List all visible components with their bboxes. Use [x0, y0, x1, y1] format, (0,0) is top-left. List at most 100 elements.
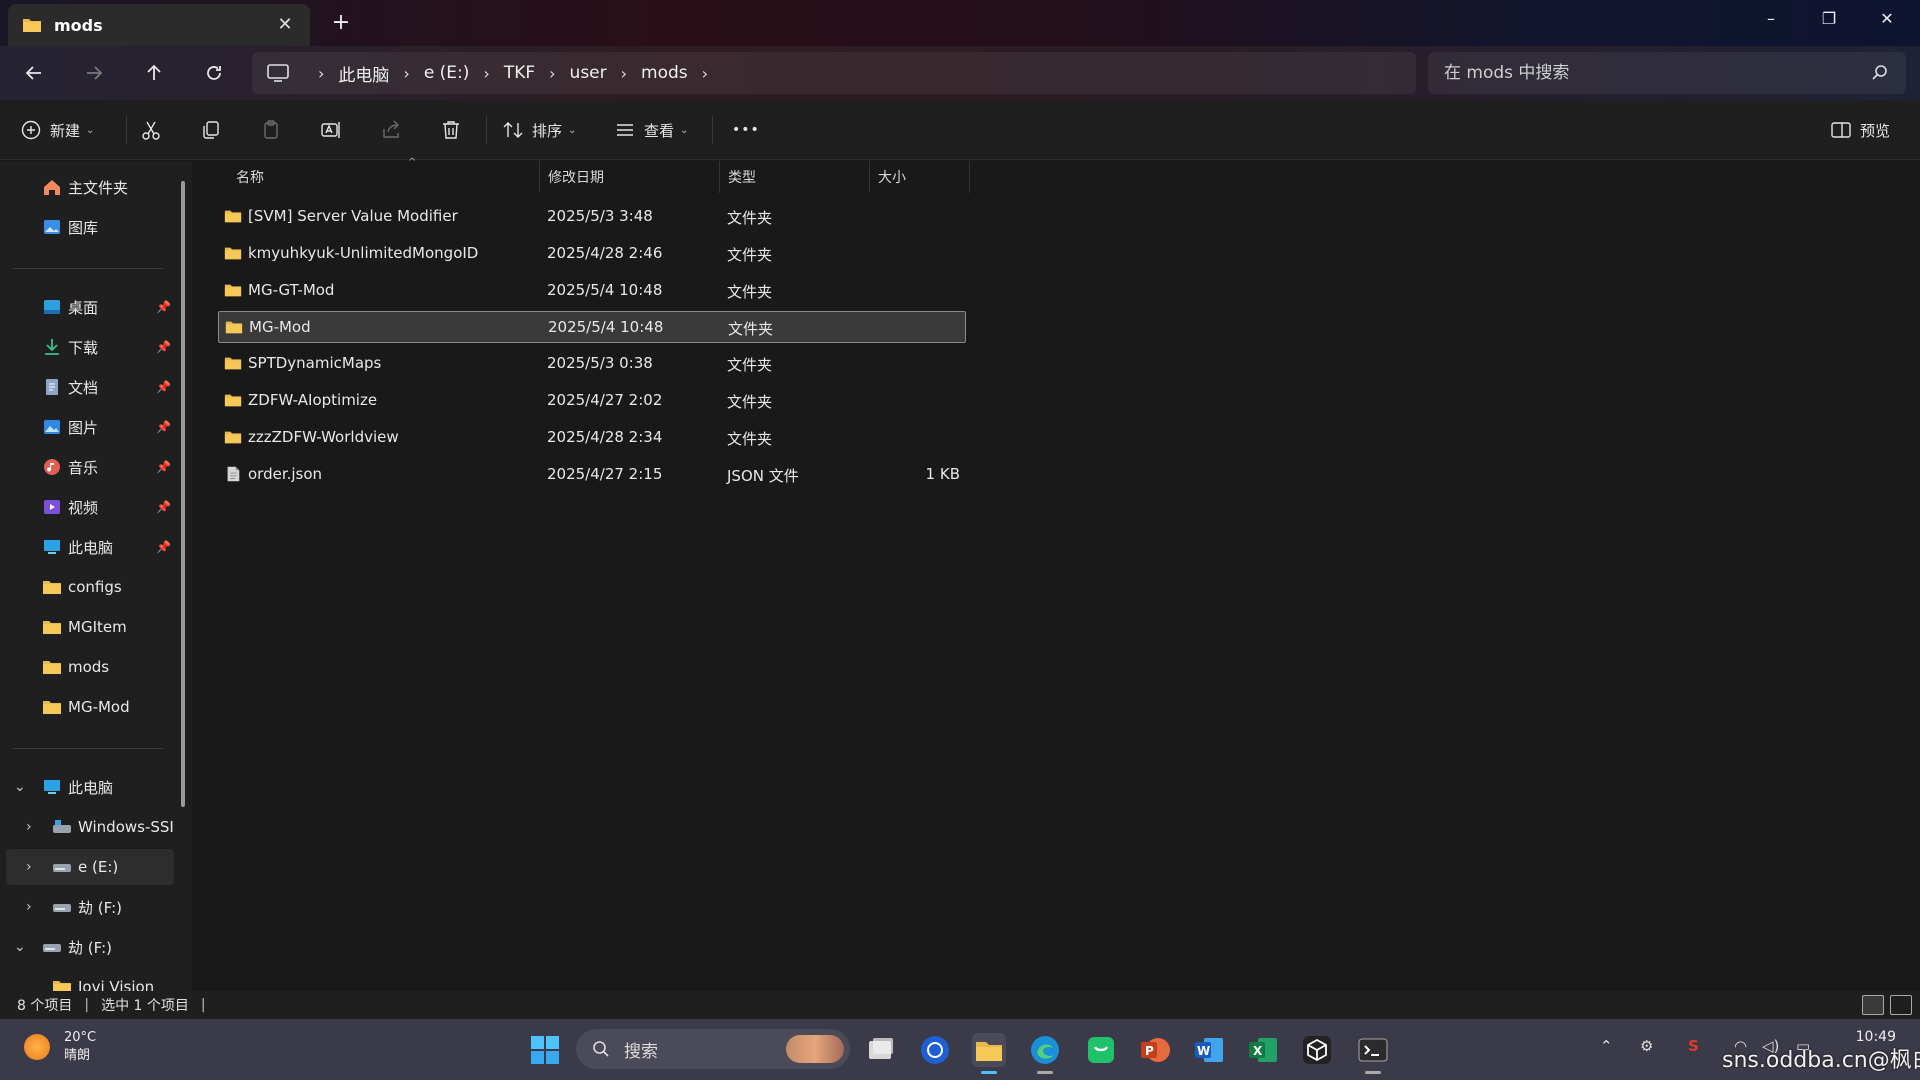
folder-icon: [43, 661, 61, 674]
view-button[interactable]: 查看 ⌄: [614, 112, 688, 148]
chevron-down-icon[interactable]: ⌄: [14, 779, 26, 795]
folder-icon: [224, 431, 242, 444]
share-button[interactable]: [380, 112, 402, 148]
file-row[interactable]: SPTDynamicMaps 2025/5/3 0:38 文件夹: [218, 348, 966, 380]
tree-item-this-pc[interactable]: ⌄ 此电脑: [0, 769, 180, 805]
chevron-up-icon[interactable]: ⌃: [1600, 1037, 1613, 1055]
tree-item-windows-drive[interactable]: › Windows-SSI: [0, 809, 180, 845]
tree-label: 劫 (F:): [78, 898, 122, 917]
word-app[interactable]: W: [1192, 1033, 1226, 1067]
rename-button[interactable]: [320, 112, 342, 148]
tree-item-drive-f[interactable]: › 劫 (F:): [0, 889, 180, 925]
chevron-right-icon[interactable]: ›: [549, 64, 555, 83]
chevron-right-icon[interactable]: ›: [26, 819, 32, 835]
sidebar-item-downloads[interactable]: 下载 📌: [0, 329, 180, 365]
unity-app[interactable]: [1300, 1033, 1334, 1067]
new-button[interactable]: 新建 ⌄: [20, 112, 94, 148]
preview-pane-button[interactable]: 预览: [1830, 112, 1890, 148]
breadcrumb-tkf[interactable]: TKF: [504, 63, 535, 83]
computer-icon: [44, 540, 60, 554]
back-button[interactable]: [16, 56, 52, 90]
close-window-button[interactable]: ✕: [1862, 4, 1912, 34]
terminal-app[interactable]: [1356, 1033, 1390, 1067]
minimize-button[interactable]: –: [1746, 4, 1796, 34]
details-view-icon[interactable]: [1862, 995, 1884, 1015]
sidebar-scrollbar[interactable]: [181, 181, 185, 807]
breadcrumb-drive-e[interactable]: e (E:): [424, 63, 470, 83]
app-icon-green[interactable]: [1084, 1033, 1118, 1067]
sidebar-item-configs[interactable]: configs: [0, 569, 180, 605]
chevron-right-icon[interactable]: ›: [483, 64, 489, 83]
sidebar-item-music[interactable]: 音乐 📌: [0, 449, 180, 485]
sidebar-item-mgitem[interactable]: MGItem: [0, 609, 180, 645]
column-header-type[interactable]: 类型: [720, 161, 870, 193]
file-row[interactable]: kmyuhkyuk-UnlimitedMongoID 2025/4/28 2:4…: [218, 238, 966, 270]
up-button[interactable]: [136, 56, 172, 90]
sidebar-item-desktop[interactable]: 桌面 📌: [0, 289, 180, 325]
breadcrumb-mods[interactable]: mods: [641, 63, 688, 83]
tray-app-icon[interactable]: ⚙: [1640, 1037, 1653, 1055]
tree-item-drive-e[interactable]: › e (E:): [6, 849, 174, 885]
sidebar-item-mods[interactable]: mods: [0, 649, 180, 685]
restore-button[interactable]: ❐: [1804, 4, 1854, 34]
tree-item-drive-f-expanded[interactable]: ⌄ 劫 (F:): [0, 929, 180, 965]
delete-button[interactable]: [440, 112, 462, 148]
sidebar-item-documents[interactable]: 文档 📌: [0, 369, 180, 405]
task-view-button[interactable]: [864, 1033, 898, 1067]
sort-label: 排序: [532, 121, 563, 140]
app-icon-browser-blue[interactable]: [918, 1033, 952, 1067]
search-box[interactable]: [1428, 52, 1906, 94]
address-bar[interactable]: › 此电脑 › e (E:) › TKF › user › mods ›: [252, 52, 1416, 94]
input-method-icon[interactable]: S: [1688, 1037, 1699, 1055]
sidebar-item-home[interactable]: 主文件夹: [0, 169, 180, 205]
file-row-selected[interactable]: MG-Mod 2025/5/4 10:48 文件夹: [218, 311, 966, 343]
powerpoint-app[interactable]: P: [1138, 1033, 1172, 1067]
file-row[interactable]: ZDFW-AIoptimize 2025/4/27 2:02 文件夹: [218, 385, 966, 417]
paste-button[interactable]: [260, 112, 282, 148]
cut-button[interactable]: [140, 112, 162, 148]
file-explorer-app[interactable]: [972, 1033, 1006, 1067]
start-button[interactable]: [528, 1033, 562, 1067]
search-icon[interactable]: [1870, 63, 1890, 83]
sidebar-item-this-pc[interactable]: 此电脑 📌: [0, 529, 180, 565]
tree-item-iovi-vision[interactable]: Iovi Vision: [0, 969, 180, 991]
copy-button[interactable]: [200, 112, 222, 148]
excel-app[interactable]: X: [1246, 1033, 1280, 1067]
tab-close-icon[interactable]: ✕: [274, 14, 296, 36]
sidebar-item-pictures[interactable]: 图片 📌: [0, 409, 180, 445]
chevron-right-icon[interactable]: ›: [318, 64, 324, 83]
breadcrumb-user[interactable]: user: [570, 63, 607, 83]
more-options-button[interactable]: •••: [732, 112, 760, 148]
edge-app[interactable]: [1028, 1033, 1062, 1067]
sort-button[interactable]: 排序 ⌄: [502, 112, 576, 148]
chevron-right-icon[interactable]: ›: [702, 64, 708, 83]
refresh-button[interactable]: [196, 56, 232, 90]
divider: |: [84, 997, 90, 1013]
sidebar-item-videos[interactable]: 视频 📌: [0, 489, 180, 525]
column-header-name[interactable]: 名称 ^: [228, 157, 540, 193]
chevron-right-icon[interactable]: ›: [26, 899, 32, 915]
sidebar-item-mg-mod[interactable]: MG-Mod: [0, 689, 180, 725]
file-row[interactable]: order.json 2025/4/27 2:15 JSON 文件 1 KB: [218, 459, 966, 491]
sidebar-item-gallery[interactable]: 图库: [0, 209, 180, 245]
taskbar: 20°C 晴朗 搜索 P W X ⌃ ⚙ S ◠ ◁) ▭ 10:49 sns.…: [0, 1019, 1920, 1080]
explorer-tab[interactable]: mods ✕: [8, 4, 310, 46]
file-row[interactable]: zzzZDFW-Worldview 2025/4/28 2:34 文件夹: [218, 422, 966, 454]
weather-widget[interactable]: 20°C 晴朗: [24, 1029, 96, 1065]
file-row[interactable]: MG-GT-Mod 2025/5/4 10:48 文件夹: [218, 275, 966, 307]
tiles-view-icon[interactable]: [1890, 995, 1912, 1015]
chevron-right-icon[interactable]: ›: [26, 859, 32, 875]
breadcrumb-this-pc[interactable]: 此电脑: [338, 61, 389, 86]
search-input[interactable]: [1444, 63, 1854, 83]
chevron-right-icon[interactable]: ›: [621, 64, 627, 83]
excel-icon: X: [1249, 1038, 1277, 1062]
chevron-down-icon[interactable]: ⌄: [14, 939, 26, 955]
new-tab-button[interactable]: +: [328, 10, 354, 36]
column-type-label: 类型: [728, 170, 756, 186]
column-header-size[interactable]: 大小: [870, 161, 970, 193]
chevron-right-icon[interactable]: ›: [403, 64, 409, 83]
forward-button[interactable]: [76, 56, 112, 90]
taskbar-search[interactable]: 搜索: [576, 1029, 850, 1069]
file-row[interactable]: [SVM] Server Value Modifier 2025/5/3 3:4…: [218, 201, 966, 233]
column-header-date[interactable]: 修改日期: [540, 161, 720, 193]
